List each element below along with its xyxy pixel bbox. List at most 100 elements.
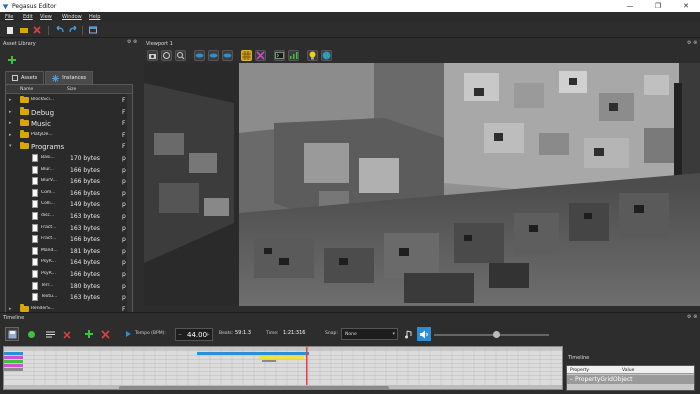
tree-folder-row[interactable]: ▸ Debug F [6,107,132,117]
volume-button[interactable] [417,327,431,341]
tree-item-size: 163 bytes [70,224,100,232]
menu-window[interactable]: Window [62,14,82,20]
volume-slider-track[interactable] [434,334,549,336]
tree-item-type: p [122,166,126,174]
add-track-button[interactable] [25,327,37,341]
tree-file-row[interactable]: PsyR... 164 bytes p [6,258,132,267]
expand-right-arrow-icon[interactable]: ▸ [9,132,12,138]
tree-folder-row[interactable]: ▸ BlockSci... F [6,95,132,105]
tab-instances-label: Instances [62,75,87,81]
window-layout-button[interactable] [89,26,97,34]
tree-file-row[interactable]: PsyR... 166 bytes p [6,270,132,279]
metronome-button[interactable] [403,327,414,341]
tree-file-row[interactable]: Com... 166 bytes p [6,188,132,198]
minimize-button[interactable]: — [616,0,644,12]
menu-view[interactable]: View [40,14,52,20]
delete-clip-button[interactable] [100,327,111,341]
camera-button[interactable] [147,50,158,61]
tree-file-row[interactable]: Mand... 181 bytes p [6,246,132,256]
debug-button[interactable] [255,50,266,61]
tree-file-row[interactable]: BlurV... 166 bytes p [6,177,132,186]
folder-open-icon [20,28,28,33]
timeline-panel-controls-icon[interactable]: ⚙ ⊗ [687,314,697,320]
tree-vertical-scrollbar[interactable] [127,94,132,326]
maximize-button[interactable]: ❐ [644,0,672,12]
tree-item-name: Com... [41,189,56,195]
add-asset-button[interactable] [8,56,16,64]
undo-button[interactable] [56,26,64,34]
open-button[interactable] [20,26,28,34]
column-value[interactable]: Value [622,368,634,373]
plus-icon [8,56,16,64]
snap-select[interactable]: None ▾ [341,328,398,340]
view-mode-3-button[interactable] [222,50,233,61]
orbit-button[interactable] [161,50,172,61]
menu-edit[interactable]: Edit [23,14,33,20]
grid-button[interactable] [241,50,252,61]
redo-icon [69,26,77,33]
play-button[interactable] [124,327,133,341]
view-mode-1-button[interactable] [194,50,205,61]
tree-item-type: p [122,282,126,290]
viewport-canvas[interactable] [144,63,700,306]
tree-file-row[interactable]: Blur... 166 bytes p [6,165,132,175]
column-size[interactable]: Size [67,87,76,92]
tree-item-type: p [122,271,126,278]
expand-right-arrow-icon[interactable]: ▸ [9,109,12,115]
tree-item-size: 180 bytes [70,282,100,290]
render-settings-button[interactable] [274,50,285,61]
environment-button[interactable] [321,50,332,61]
expand-chevron-icon[interactable]: ⌄ [569,376,573,382]
menu-help[interactable]: Help [89,14,100,20]
close-button[interactable]: ✕ [672,0,700,12]
tree-file-row[interactable]: Fract... 163 bytes p [6,223,132,233]
tree-folder-row[interactable]: ▾ Programs F [6,141,132,151]
column-property[interactable]: Property [570,368,589,373]
property-row-label: PropertyGridObject [575,376,633,383]
folder-icon [20,118,29,127]
tab-assets[interactable]: Assets [5,71,45,84]
time-label: Time: [266,331,279,336]
light-button[interactable] [307,50,318,61]
tree-file-row[interactable]: disc... 163 bytes p [6,212,132,221]
tab-instances[interactable]: Instances [45,71,94,84]
view-mode-2-button[interactable] [208,50,219,61]
tempo-label: Tempo (BPM): [135,331,166,336]
remove-track-button[interactable] [60,327,73,341]
tree-item-type: p [122,259,126,267]
expand-right-arrow-icon[interactable]: ▸ [9,120,12,126]
viewport-panel-controls-icon[interactable]: ⚙ ⊗ [687,40,697,46]
new-button[interactable] [6,26,14,34]
tree-file-row[interactable]: Terr... 180 bytes p [6,281,132,291]
tree-file-row[interactable]: Basi... 170 bytes p [6,154,132,163]
redo-button[interactable] [69,26,77,34]
tempo-decrease-icon[interactable]: − [178,332,182,338]
tempo-increase-icon[interactable]: + [206,332,210,338]
chart-button[interactable] [288,50,299,61]
tree-folder-row[interactable]: ▸ PlatyDe... F [6,130,132,140]
tree-folder-row[interactable]: ▸ Music F [6,118,132,128]
expand-down-arrow-icon[interactable]: ▾ [9,143,12,149]
zoom-button[interactable] [175,50,186,61]
file-icon [32,293,38,302]
expand-right-arrow-icon[interactable]: ▸ [9,97,12,103]
folder-icon [20,141,29,150]
save-timeline-button[interactable] [5,327,19,341]
panel-float-icon[interactable]: ⚙ [127,39,131,45]
list-button[interactable] [43,327,57,341]
volume-slider-thumb[interactable] [492,331,500,338]
panel-close-icon[interactable]: ⊗ [133,39,137,45]
timeline-tracks[interactable] [3,346,563,390]
add-clip-button[interactable] [84,327,94,341]
save-button[interactable] [33,26,41,34]
tree-file-row[interactable]: Textu... 163 bytes p [6,293,132,302]
property-row[interactable]: ⌄ PropertyGridObject [567,375,694,384]
tree-file-row[interactable]: Fract... 166 bytes p [6,235,132,244]
menu-file[interactable]: File [5,14,13,20]
toolbar-separator [48,26,49,35]
column-name[interactable]: Name [20,87,33,92]
tree-file-row[interactable]: Colli... 149 bytes p [6,200,132,209]
tempo-input[interactable]: − 44.00 + [175,328,213,341]
expand-right-arrow-icon[interactable]: ▸ [9,306,12,312]
tree-item-type: p [122,247,126,255]
